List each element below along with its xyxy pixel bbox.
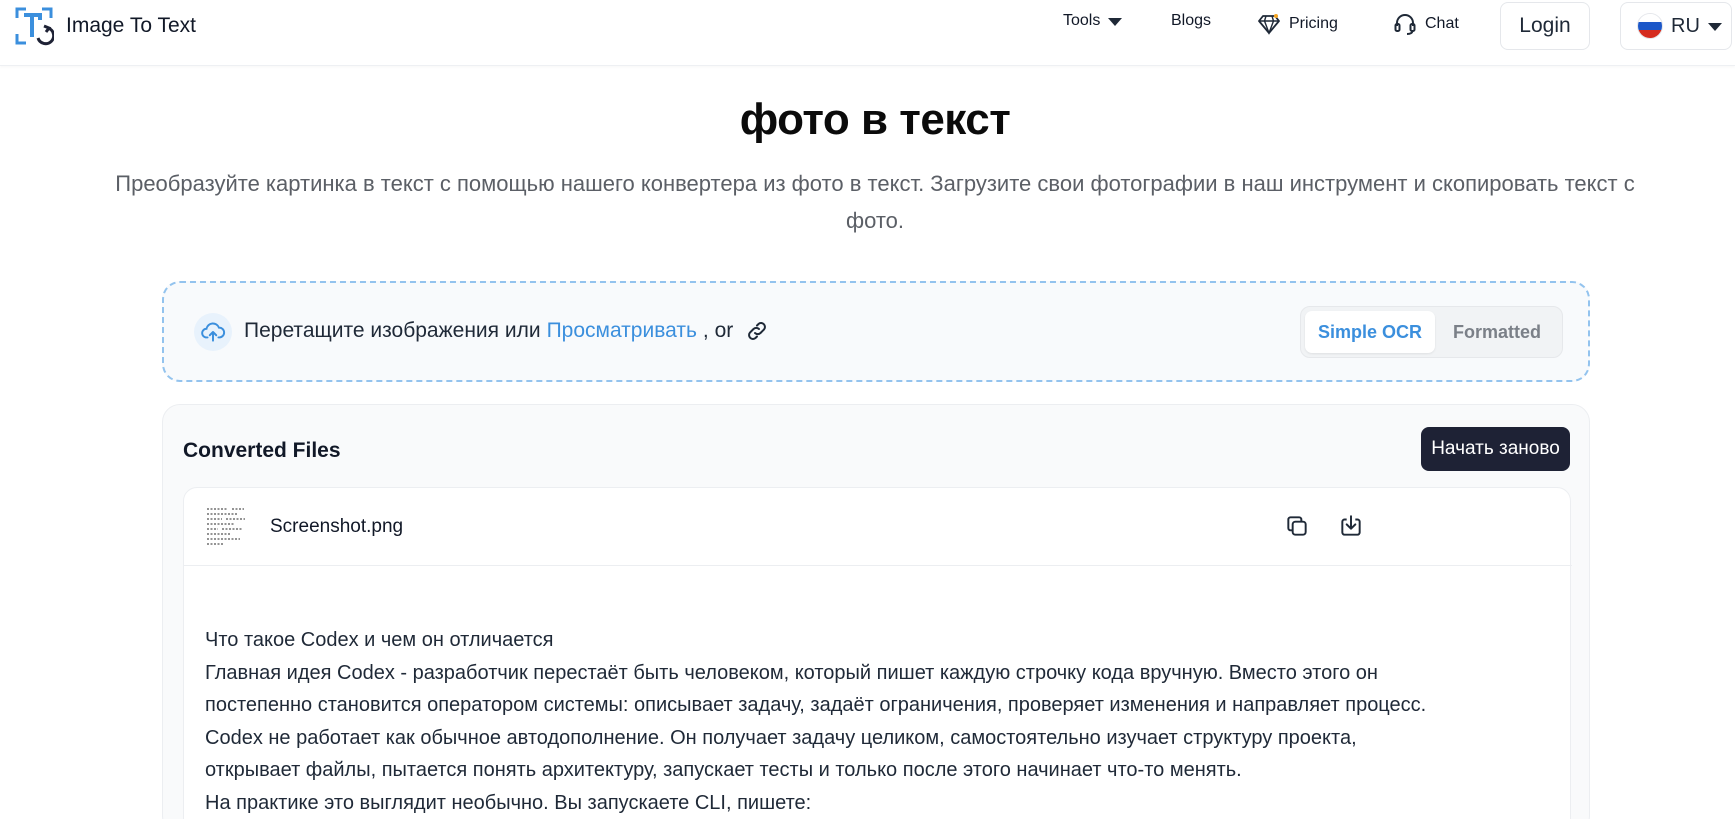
file-name: Screenshot.png [270, 516, 404, 537]
file-card: Screenshot.png Что такое Codex и чем он … [183, 487, 1572, 819]
cloud-upload-icon [194, 313, 232, 351]
ocr-text-line: Codex не работает как обычное автодополн… [205, 726, 1357, 749]
chevron-down-icon [1707, 23, 1722, 31]
page-title: фото в текст [739, 95, 1011, 144]
nav-blogs[interactable]: Blogs [1171, 12, 1211, 30]
download-button[interactable] [1335, 510, 1367, 542]
ocr-text-line: постепенно становится оператором системы… [205, 694, 1427, 717]
simple-ocr-tab[interactable]: Simple OCR [1305, 311, 1435, 353]
upload-instructions: Перетащите изображения или Просматривать… [244, 319, 769, 343]
ocr-mode-toggle: Simple OCR Formatted [1300, 306, 1563, 358]
russia-flag-icon [1637, 13, 1663, 39]
ocr-text-line: На практике это выглядит необычно. Вы за… [205, 791, 812, 814]
file-thumbnail[interactable] [204, 505, 248, 549]
copy-icon [1287, 516, 1307, 536]
drag-text: Перетащите изображения или [244, 319, 541, 342]
brand[interactable]: Image To Text [14, 6, 196, 46]
or-text: , or [702, 319, 734, 342]
ocr-result-text[interactable]: Что такое Codex и чем он отличается Глав… [205, 624, 1545, 819]
download-icon [1341, 515, 1361, 536]
nav-chat-label: Chat [1425, 15, 1459, 32]
brand-logo-icon [15, 7, 54, 46]
nav-pricing-label: Pricing [1289, 15, 1338, 32]
formatted-tab[interactable]: Formatted [1437, 311, 1557, 353]
ocr-text-line: Что такое Codex и чем он отличается [205, 629, 554, 651]
language-label: RU [1671, 14, 1700, 37]
nav-chat[interactable]: Chat [1393, 12, 1459, 36]
converted-files-title: Converted Files [183, 439, 341, 462]
page-subtitle-line: фото. [845, 208, 905, 233]
page-subtitle-line: Преобразуйте картинка в текст с помощью … [115, 171, 1635, 196]
upload-dropzone[interactable]: Перетащите изображения или Просматривать… [162, 281, 1590, 382]
headset-icon [1394, 14, 1416, 35]
converted-files-panel: Converted Files Начать заново Screenshot… [162, 404, 1590, 819]
nav-blogs-label: Blogs [1171, 12, 1212, 29]
language-selector[interactable]: RU [1620, 2, 1732, 50]
restart-button[interactable]: Начать заново [1421, 427, 1570, 471]
page-subtitle: Преобразуйте картинка в текст с помощью … [40, 165, 1710, 239]
link-icon[interactable] [745, 319, 769, 343]
nav-pricing[interactable]: Pricing [1257, 12, 1338, 36]
brand-name: Image To Text [66, 14, 196, 37]
nav-tools[interactable]: Tools [1063, 12, 1123, 30]
copy-button[interactable] [1281, 510, 1313, 542]
login-button[interactable]: Login [1500, 2, 1590, 50]
chevron-down-icon [1108, 18, 1123, 26]
ocr-text-line: Главная идея Codex - разработчик переста… [205, 661, 1378, 684]
file-row: Screenshot.png [184, 488, 1572, 566]
site-header: Image To Text Tools Blogs Pricing Chat L… [0, 0, 1735, 66]
browse-link[interactable]: Просматривать [547, 319, 697, 343]
nav-tools-label: Tools [1063, 12, 1101, 29]
diamond-icon [1258, 14, 1280, 35]
ocr-text-line: открывает файлы, пытается понять архитек… [205, 759, 1242, 782]
